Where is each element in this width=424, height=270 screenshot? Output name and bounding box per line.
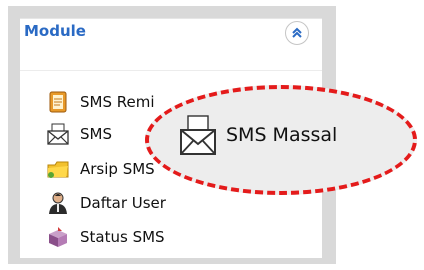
- menu-item-sms-reminder[interactable]: SMS Remi: [46, 89, 155, 115]
- module-title: Module: [24, 22, 86, 40]
- menu-item-label: SMS: [80, 125, 112, 143]
- calendar-icon: [46, 90, 70, 114]
- collapse-button[interactable]: [285, 21, 309, 45]
- menu-item-status-sms[interactable]: Status SMS: [46, 224, 165, 250]
- menu-item-sms[interactable]: SMS: [46, 121, 112, 147]
- status-box-icon: [46, 225, 70, 249]
- menu-item-label: Status SMS: [80, 228, 165, 246]
- folder-icon: [46, 157, 70, 181]
- user-icon: [46, 191, 70, 215]
- menu-item-label: Arsip SMS: [80, 160, 155, 178]
- callout-highlight-ring: [145, 85, 417, 195]
- menu-item-arsip-sms[interactable]: Arsip SMS: [46, 156, 155, 182]
- envelope-icon: [46, 122, 70, 146]
- menu-item-label: Daftar User: [80, 194, 166, 212]
- menu-item-daftar-user[interactable]: Daftar User: [46, 190, 166, 216]
- menu-item-label: SMS Remi: [80, 93, 155, 111]
- header-divider: [20, 70, 322, 71]
- double-chevron-up-icon: [292, 27, 302, 38]
